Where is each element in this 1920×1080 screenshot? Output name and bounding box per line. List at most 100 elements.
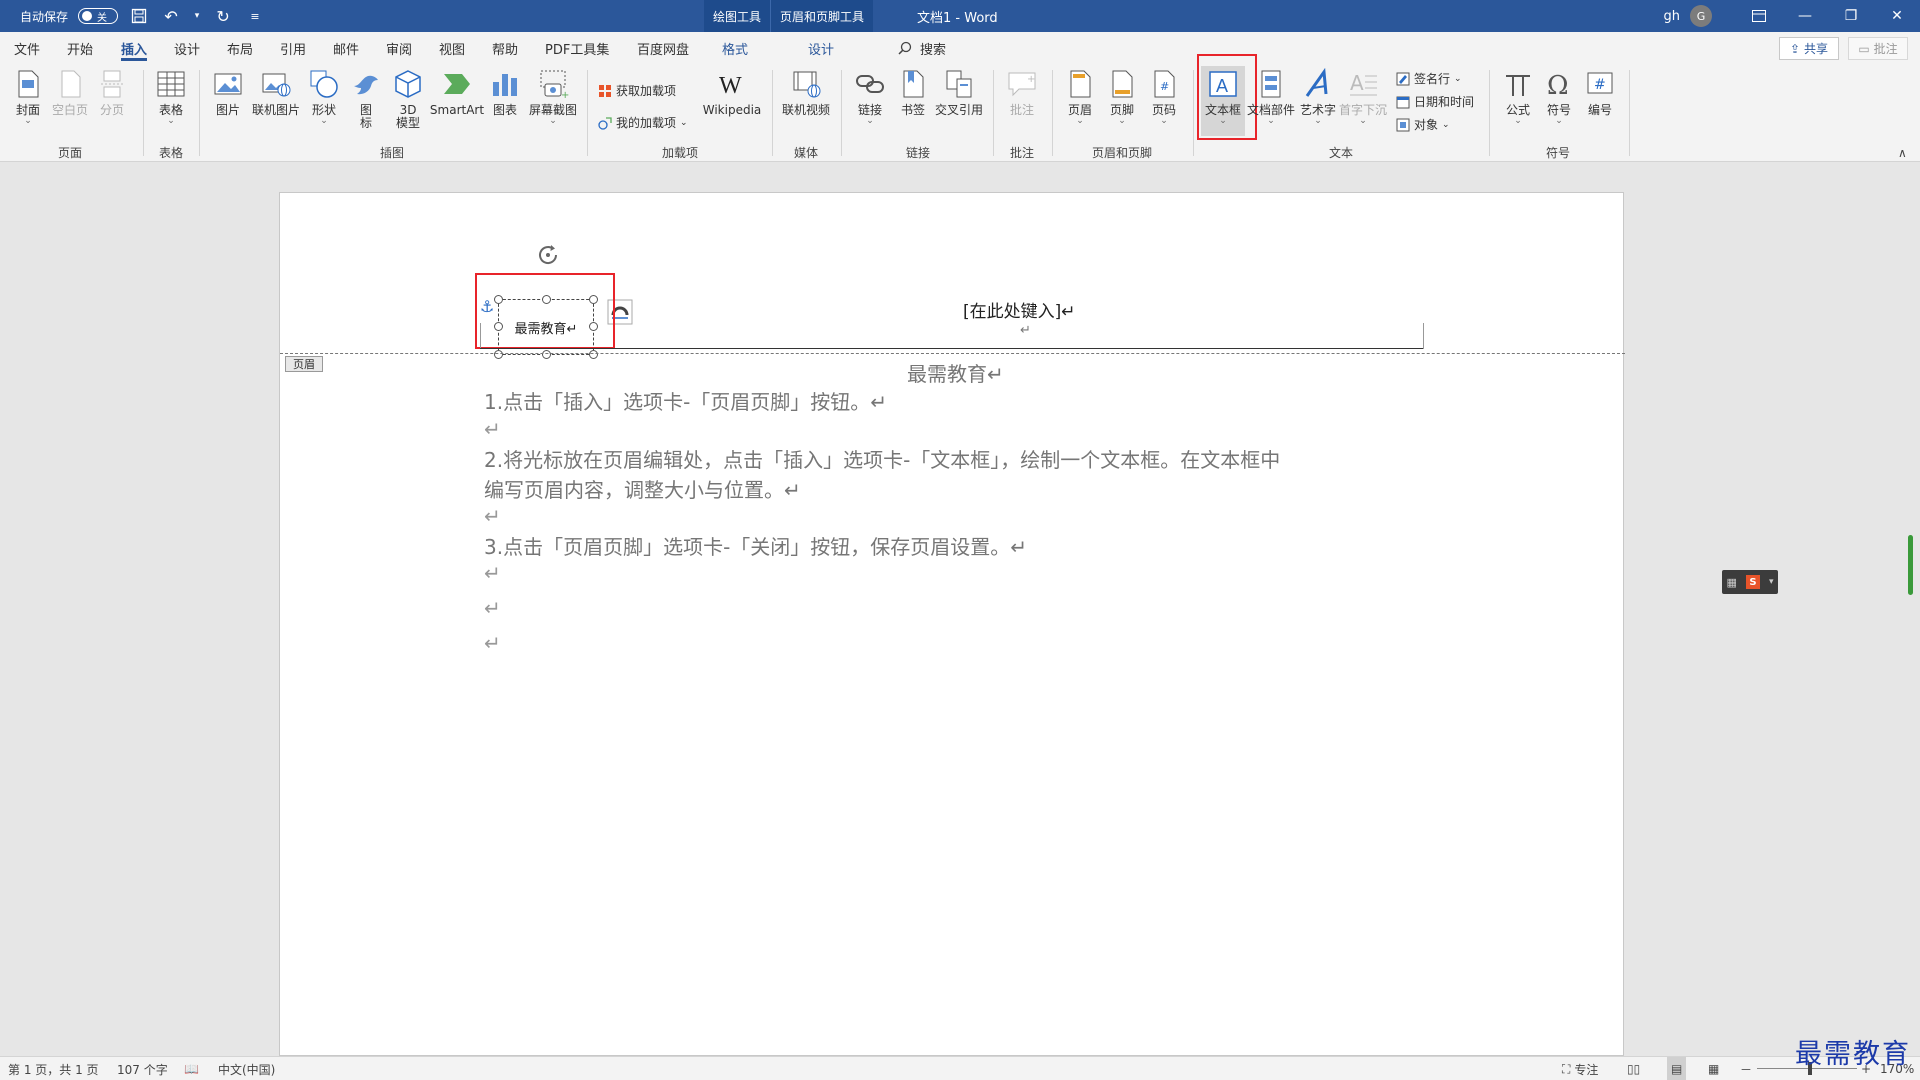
rotate-handle-icon[interactable] — [534, 241, 562, 269]
restore-icon[interactable]: ❐ — [1828, 0, 1874, 32]
tab-baidu-netdisk[interactable]: 百度网盘 — [637, 32, 689, 64]
customize-qat-icon[interactable]: ≡ — [244, 5, 266, 27]
link-button[interactable]: 链接 ⌄ — [854, 68, 886, 126]
page-break-label: 分页 — [99, 103, 124, 117]
ribbon-display-options-icon[interactable] — [1736, 0, 1782, 32]
tab-references[interactable]: 引用 — [280, 32, 306, 64]
smartart-button[interactable]: SmartArt — [430, 68, 484, 117]
new-comment-button[interactable]: + 批注 — [1006, 68, 1038, 117]
cover-page-button[interactable]: 封面 ⌄ — [12, 68, 44, 126]
footer-button[interactable]: 页脚 ⌄ — [1106, 68, 1138, 126]
object-button[interactable]: 对象 ⌄ — [1396, 116, 1450, 133]
chevron-down-icon[interactable]: ▾ — [1769, 577, 1774, 587]
body-line[interactable]: 2.将光标放在页眉编辑处，点击「插入」选项卡-「文本框」，绘制一个文本框。在文本… — [484, 444, 1280, 473]
picture-button[interactable]: 图片 — [212, 68, 244, 117]
tab-view[interactable]: 视图 — [439, 32, 465, 64]
context-tool-tabs: 绘图工具 页眉和页脚工具 — [704, 0, 874, 32]
autosave-toggle[interactable]: 关 — [78, 8, 119, 24]
icons-button[interactable]: 图 标 — [350, 68, 382, 130]
wordart-button[interactable]: 艺术字 ⌄ — [1298, 68, 1338, 126]
tab-help[interactable]: 帮助 — [492, 32, 518, 64]
floating-ime-toolbar[interactable]: ▦ S ▾ — [1722, 570, 1778, 594]
resize-handle-bottom-left[interactable] — [494, 350, 503, 359]
close-icon[interactable]: ✕ — [1874, 0, 1920, 32]
keyboard-icon[interactable]: ▦ — [1727, 576, 1737, 589]
number-button[interactable]: # 编号 — [1584, 68, 1616, 117]
tab-review[interactable]: 审阅 — [386, 32, 412, 64]
header-placeholder-text[interactable]: [在此处键入]↵ — [963, 297, 1076, 322]
bookmark-button[interactable]: 书签 — [897, 68, 929, 117]
undo-icon[interactable]: ↶ — [160, 5, 182, 27]
tab-design[interactable]: 设计 — [174, 32, 200, 64]
cross-reference-button[interactable]: 交叉引用 — [933, 68, 985, 117]
get-addins-button[interactable]: 获取加载项 — [598, 82, 676, 99]
online-picture-button[interactable]: 联机图片 — [250, 68, 302, 117]
search-label: 搜索 — [920, 42, 947, 58]
page-break-button[interactable]: 分页 — [96, 68, 128, 117]
vertical-scrollbar-thumb[interactable] — [1908, 535, 1913, 595]
language-indicator[interactable]: 中文(中国) — [218, 1057, 275, 1080]
avatar[interactable]: G — [1690, 5, 1712, 27]
share-button[interactable]: ⇪ 共享 — [1779, 37, 1839, 60]
tab-file[interactable]: 文件 — [14, 32, 40, 64]
tab-layout[interactable]: 布局 — [227, 32, 253, 64]
body-line[interactable]: 编写页眉内容，调整大小与位置。↵ — [484, 474, 801, 503]
body-line[interactable]: 3.点击「页眉页脚」选项卡-「关闭」按钮，保存页眉设置。↵ — [484, 531, 1027, 560]
word-count[interactable]: 107 个字 — [117, 1057, 168, 1080]
body-line[interactable]: ↵ — [484, 596, 501, 620]
document-canvas[interactable]: ⚓ 最需教育↵ [在此处键入]↵ ↵ 页眉 最需教育↵ 1.点击「插入」选项卡-… — [0, 162, 1920, 1056]
body-line[interactable]: ↵ — [484, 561, 501, 585]
body-title[interactable]: 最需教育↵ — [907, 358, 1004, 387]
signature-line-button[interactable]: 签名行 ⌄ — [1396, 70, 1462, 87]
title-bar: 自动保存 关 ↶ ▾ ↻ ≡ 绘图工具 页眉和页脚工具 文档1 - Word g… — [0, 0, 1920, 32]
minimize-icon[interactable]: — — [1782, 0, 1828, 32]
symbol-button[interactable]: Ω 符号 ⌄ — [1543, 68, 1575, 126]
get-addins-label: 获取加载项 — [616, 84, 677, 98]
3d-models-button[interactable]: 3D 模型 — [391, 68, 425, 130]
tab-pdf-tools[interactable]: PDF工具集 — [545, 32, 609, 64]
screenshot-button[interactable]: + 屏幕截图 ⌄ — [528, 68, 578, 126]
body-line[interactable]: ↵ — [484, 417, 501, 441]
shapes-button[interactable]: 形状 ⌄ — [308, 68, 340, 126]
page-number-button[interactable]: # 页码 ⌄ — [1148, 68, 1180, 126]
sogou-s-icon[interactable]: S — [1745, 575, 1760, 589]
read-mode-icon[interactable]: ▯▯ — [1627, 1057, 1640, 1080]
resize-handle-bottom-right[interactable] — [589, 350, 598, 359]
body-line[interactable]: 1.点击「插入」选项卡-「页眉页脚」按钮。↵ — [484, 386, 887, 415]
document-page[interactable]: ⚓ 最需教育↵ [在此处键入]↵ ↵ 页眉 最需教育↵ 1.点击「插入」选项卡-… — [279, 192, 1625, 1056]
table-button[interactable]: 表格 ⌄ — [155, 68, 187, 126]
print-layout-icon[interactable]: ▤ — [1667, 1057, 1687, 1080]
online-video-button[interactable]: 联机视频 — [780, 68, 832, 117]
chart-button[interactable]: 图表 — [489, 68, 521, 117]
redo-icon[interactable]: ↻ — [212, 5, 234, 27]
zoom-out-button[interactable]: － — [1740, 1057, 1752, 1080]
drop-cap-button[interactable]: A 首字下沉 ⌄ — [1339, 68, 1387, 126]
tab-mailings[interactable]: 邮件 — [333, 32, 359, 64]
body-line[interactable]: ↵ — [484, 631, 501, 655]
undo-dropdown-icon[interactable]: ▾ — [192, 5, 202, 27]
body-line[interactable]: ↵ — [484, 504, 501, 528]
quick-parts-button[interactable]: 文档部件 ⌄ — [1247, 68, 1295, 126]
tab-header-footer-design[interactable]: 设计 — [808, 32, 834, 64]
header-button[interactable]: 页眉 ⌄ — [1064, 68, 1096, 126]
3d-models-label-line2: 模型 — [395, 116, 420, 130]
proofing-icon[interactable]: 📖 — [184, 1057, 199, 1080]
web-layout-icon[interactable]: ▦ — [1708, 1057, 1719, 1080]
tab-insert[interactable]: 插入 — [121, 32, 148, 64]
user-name[interactable]: gh — [1664, 9, 1681, 24]
tab-format[interactable]: 格式 — [722, 32, 748, 64]
tab-home[interactable]: 开始 — [67, 32, 93, 64]
my-addins-button[interactable]: 我的加载项 ⌄ — [598, 114, 688, 131]
page-count[interactable]: 第 1 页，共 1 页 — [8, 1057, 99, 1080]
equation-button[interactable]: 公式 ⌄ — [1502, 68, 1534, 126]
focus-mode-button[interactable]: ⛶ 专注 — [1562, 1057, 1598, 1080]
date-time-button[interactable]: 日期和时间 — [1396, 93, 1474, 110]
resize-handle-bottom[interactable] — [542, 350, 551, 359]
collapse-ribbon-icon[interactable]: ∧ — [1898, 146, 1907, 160]
blank-page-button[interactable]: 空白页 — [52, 68, 88, 117]
search-box[interactable]: 搜索 — [898, 32, 946, 64]
header-margin-mark-left — [480, 323, 481, 349]
save-icon[interactable] — [128, 5, 150, 27]
wikipedia-button[interactable]: W Wikipedia — [701, 68, 763, 117]
comments-button[interactable]: ▭ 批注 — [1848, 37, 1908, 60]
